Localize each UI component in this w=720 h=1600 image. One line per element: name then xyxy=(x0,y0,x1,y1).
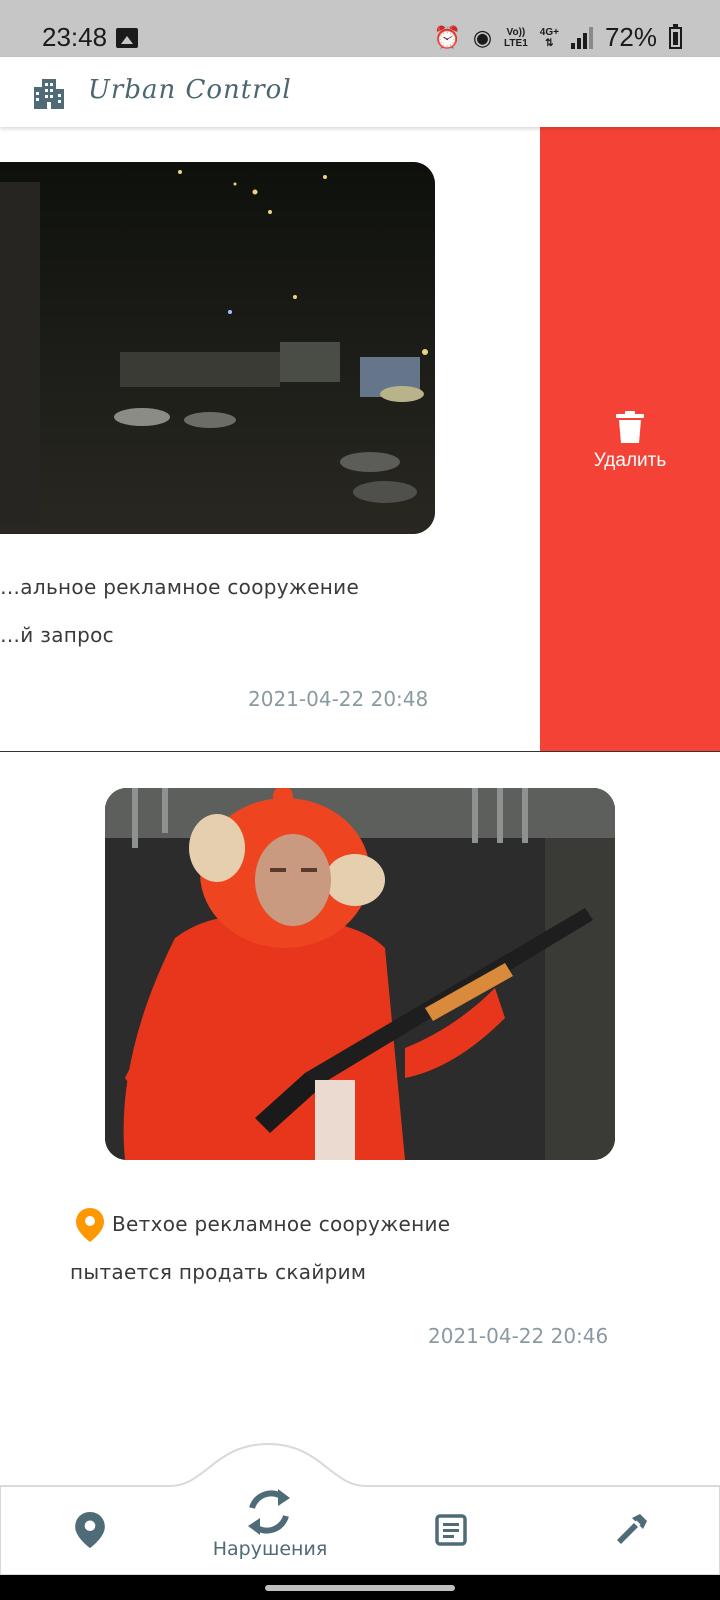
signal-icon xyxy=(570,26,593,49)
gallery-notification-icon xyxy=(116,28,138,48)
app-header: Urban Control xyxy=(0,57,720,127)
card-title: Ветхое рекламное сооружение xyxy=(112,1212,451,1236)
status-icons: ⏰ ◉ Vo)) LTE1 4G+ ⇅ 72% xyxy=(433,22,682,53)
nav-label-violations[interactable]: Нарушения xyxy=(195,1538,345,1560)
refresh-icon[interactable] xyxy=(244,1486,294,1538)
bottom-nav-background xyxy=(0,1442,720,1575)
card-description: пытается продать скайрим xyxy=(70,1260,367,1284)
article-icon[interactable] xyxy=(435,1514,467,1546)
violation-card[interactable]: …альное рекламное сооружение …й запрос 2… xyxy=(0,127,540,752)
volte-indicator: Vo)) LTE1 xyxy=(504,27,528,49)
trash-icon xyxy=(616,411,644,443)
alarm-icon: ⏰ xyxy=(433,24,461,50)
hotspot-icon: ◉ xyxy=(472,24,493,50)
card-divider xyxy=(0,751,720,752)
volte-label: Vo)) xyxy=(506,26,526,38)
battery-icon xyxy=(669,23,682,49)
card-description: …й запрос xyxy=(0,623,114,647)
card-date: 2021-04-22 20:46 xyxy=(428,1324,609,1348)
delete-button[interactable]: Удалить xyxy=(540,127,720,752)
data-arrows-icon: ⇅ xyxy=(545,37,554,49)
lte-label: LTE1 xyxy=(504,37,528,49)
delete-label: Удалить xyxy=(593,450,667,471)
card-date: 2021-04-22 20:48 xyxy=(248,687,429,711)
night-street-photo xyxy=(0,162,435,534)
location-pin-icon xyxy=(76,1208,104,1242)
bottom-navigation xyxy=(0,1430,720,1575)
card-title: …альное рекламное сооружение xyxy=(0,575,360,599)
battery-percent: 72% xyxy=(604,22,657,52)
person-costume-photo xyxy=(105,788,615,1160)
network-type: 4G+ ⇅ xyxy=(540,27,559,49)
violation-photo[interactable] xyxy=(105,788,615,1160)
network-type-label: 4G+ xyxy=(539,26,559,38)
status-time: 23:48 xyxy=(42,22,108,52)
hammer-icon[interactable] xyxy=(614,1512,648,1546)
home-indicator[interactable] xyxy=(265,1585,455,1591)
violation-photo[interactable] xyxy=(0,162,435,534)
city-buildings-icon xyxy=(34,79,64,109)
status-bar: 23:48 ⏰ ◉ Vo)) LTE1 4G+ ⇅ 72% xyxy=(0,0,720,57)
map-pin-icon[interactable] xyxy=(75,1512,105,1548)
app-title: Urban Control xyxy=(88,75,292,105)
